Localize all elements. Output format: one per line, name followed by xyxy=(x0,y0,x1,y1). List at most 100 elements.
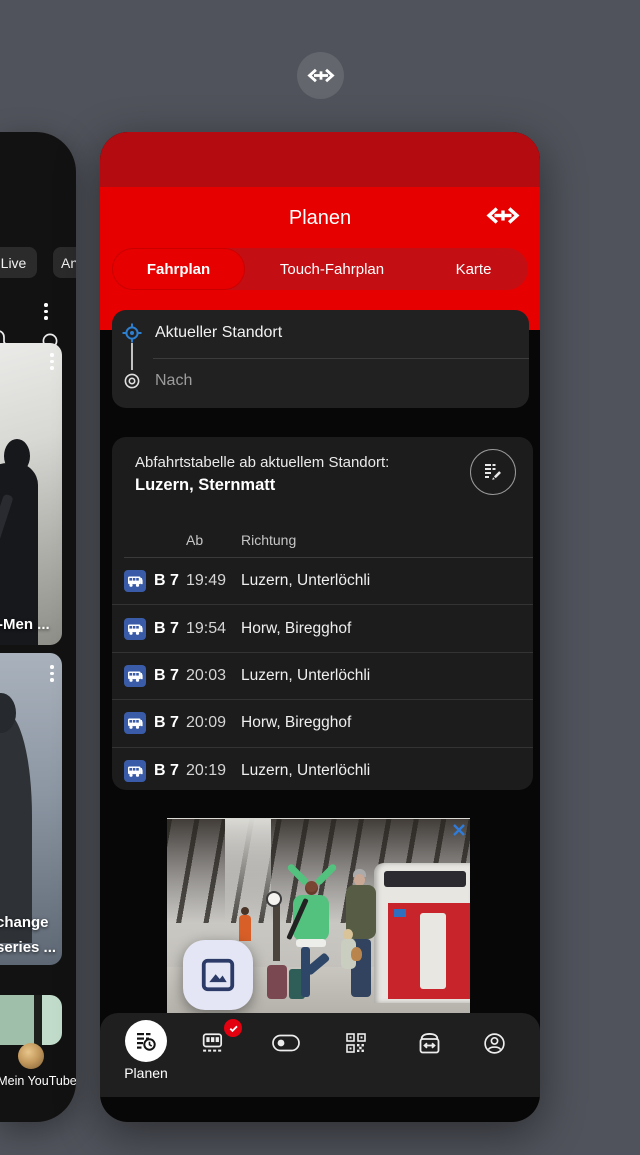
ad-woman-head xyxy=(305,881,318,895)
direction-label: Luzern, Unterlöchli xyxy=(241,572,371,590)
departure-station: Luzern, Sternmatt xyxy=(135,476,276,494)
app-icon-sbb[interactable] xyxy=(297,52,344,99)
departure-table-card: Abfahrtstabelle ab aktuellem Standort: L… xyxy=(112,437,533,790)
line-label: B 7 xyxy=(154,714,179,732)
ad-train-windows xyxy=(384,871,466,887)
bus-icon xyxy=(124,664,146,687)
departure-time: 20:09 xyxy=(186,714,227,732)
divider xyxy=(153,358,529,359)
departure-row[interactable]: B 7 20:09 Horw, Biregghof xyxy=(112,700,533,748)
ad-train-sign xyxy=(394,909,406,917)
departure-time: 19:49 xyxy=(186,572,227,590)
ad-teddy-bear xyxy=(351,947,362,961)
ad-suitcase xyxy=(267,965,287,999)
tab-fahrplan-label: Fahrplan xyxy=(146,260,211,278)
bus-icon xyxy=(124,759,146,782)
direction-label: Luzern, Unterlöchli xyxy=(241,761,371,779)
more-options-icon[interactable] xyxy=(50,353,54,370)
tab-karte[interactable]: Karte xyxy=(419,248,528,290)
ad-person-worker-head xyxy=(241,907,249,915)
nav-qr-button[interactable] xyxy=(342,1028,370,1058)
bus-icon xyxy=(124,617,146,640)
more-options-icon[interactable] xyxy=(50,665,54,682)
route-connector-line xyxy=(131,343,133,370)
departure-row[interactable]: B 7 19:49 Luzern, Unterlöchli xyxy=(112,558,533,606)
app-header: Planen Fahrplan Touch-Fahrplan Karte xyxy=(100,187,540,330)
timetable-clock-icon xyxy=(137,1033,156,1051)
route-search-card: Aktueller Standort Nach xyxy=(112,310,529,408)
status-bar-strip xyxy=(100,132,540,187)
departure-table-title: Abfahrtstabelle ab aktuellem Standort: xyxy=(135,454,390,471)
departure-time: 20:03 xyxy=(186,666,227,684)
bus-icon xyxy=(124,712,146,735)
column-header-richtung: Richtung xyxy=(241,532,297,548)
sbb-logo-icon xyxy=(486,207,520,224)
image-icon xyxy=(201,958,235,992)
tab-touch-fahrplan-label: Touch-Fahrplan xyxy=(279,260,385,278)
sbb-app-card[interactable]: Planen Fahrplan Touch-Fahrplan Karte Akt… xyxy=(100,132,540,1122)
to-field[interactable]: Nach xyxy=(155,372,192,390)
video-title: -Men ... xyxy=(0,616,50,633)
departure-row[interactable]: B 7 20:03 Luzern, Unterlöchli xyxy=(112,653,533,701)
more-options-icon[interactable] xyxy=(44,303,48,320)
tab-bar: Fahrplan Touch-Fahrplan Karte xyxy=(112,248,528,290)
departure-row[interactable]: B 7 20:19 Luzern, Unterlöchli xyxy=(112,748,533,794)
chip-an-label: An xyxy=(61,254,76,271)
page-title: Planen xyxy=(288,207,352,229)
profile-icon xyxy=(483,1032,505,1054)
ad-station-clock xyxy=(266,891,282,907)
line-label: B 7 xyxy=(154,572,179,590)
thumbnail-figure xyxy=(0,713,32,943)
nav-planen-label: Planen xyxy=(124,1065,168,1081)
line-label: B 7 xyxy=(154,619,179,637)
video-thumbnail-3[interactable] xyxy=(0,995,62,1045)
video-title-line2: series ... xyxy=(0,939,57,956)
chip-live[interactable]: Live xyxy=(0,247,37,278)
image-overlay-badge[interactable] xyxy=(183,940,253,1010)
ad-train-red-body xyxy=(388,903,470,999)
destination-ring-icon xyxy=(124,373,140,389)
nav-planen-button[interactable] xyxy=(125,1020,167,1062)
bus-icon xyxy=(124,570,146,593)
checkmark-badge xyxy=(222,1017,244,1039)
avatar[interactable] xyxy=(18,1043,44,1069)
tab-fahrplan[interactable]: Fahrplan xyxy=(112,248,245,290)
line-label: B 7 xyxy=(154,666,179,684)
thumbnail-figure-head xyxy=(4,439,30,473)
edit-departure-table-button[interactable] xyxy=(470,449,516,495)
ad-train-door xyxy=(420,913,446,989)
direction-label: Luzern, Unterlöchli xyxy=(241,666,371,684)
departure-time: 19:54 xyxy=(186,619,227,637)
departure-time: 20:19 xyxy=(186,761,227,779)
bottom-navigation: Planen xyxy=(100,1013,540,1097)
direction-label: Horw, Biregghof xyxy=(241,714,352,732)
departure-row[interactable]: B 7 19:54 Horw, Biregghof xyxy=(112,605,533,653)
edit-list-icon xyxy=(485,464,501,480)
video-thumbnail-2[interactable]: change series ... xyxy=(0,653,62,965)
line-label: B 7 xyxy=(154,761,179,779)
nav-toggle-button[interactable] xyxy=(270,1028,302,1058)
video-title-line1: change xyxy=(0,914,49,931)
sbb-double-arrow-icon xyxy=(306,68,335,83)
nav-wallet-button[interactable] xyxy=(414,1028,444,1058)
ad-person-worker xyxy=(239,915,251,941)
tab-touch-fahrplan[interactable]: Touch-Fahrplan xyxy=(245,248,419,290)
youtube-nav-label[interactable]: Mein YouTube xyxy=(0,1074,76,1088)
qr-code-icon xyxy=(346,1033,366,1053)
toggle-switch-icon xyxy=(272,1034,300,1052)
nav-profile-button[interactable] xyxy=(480,1028,508,1058)
ad-pillar xyxy=(273,899,280,961)
from-field[interactable]: Aktueller Standort xyxy=(155,324,282,342)
ad-close-icon[interactable] xyxy=(451,822,467,838)
youtube-app-card[interactable]: Live An -Men ... change series ... Mein … xyxy=(0,132,76,1122)
column-header-ab: Ab xyxy=(186,532,204,548)
ad-train xyxy=(374,863,470,1003)
ad-woman-shirt xyxy=(296,939,326,947)
chip-live-label: Live xyxy=(0,254,27,271)
tab-karte-label: Karte xyxy=(455,260,492,278)
video-thumbnail-1[interactable]: -Men ... xyxy=(0,343,62,645)
app-switcher-screen: Live An -Men ... change series ... Mein … xyxy=(0,0,640,1155)
current-location-icon xyxy=(122,323,142,343)
chip-an[interactable]: An xyxy=(53,247,76,278)
departure-rows: B 7 19:49 Luzern, Unterlöchli B 7 19:54 … xyxy=(112,558,533,794)
